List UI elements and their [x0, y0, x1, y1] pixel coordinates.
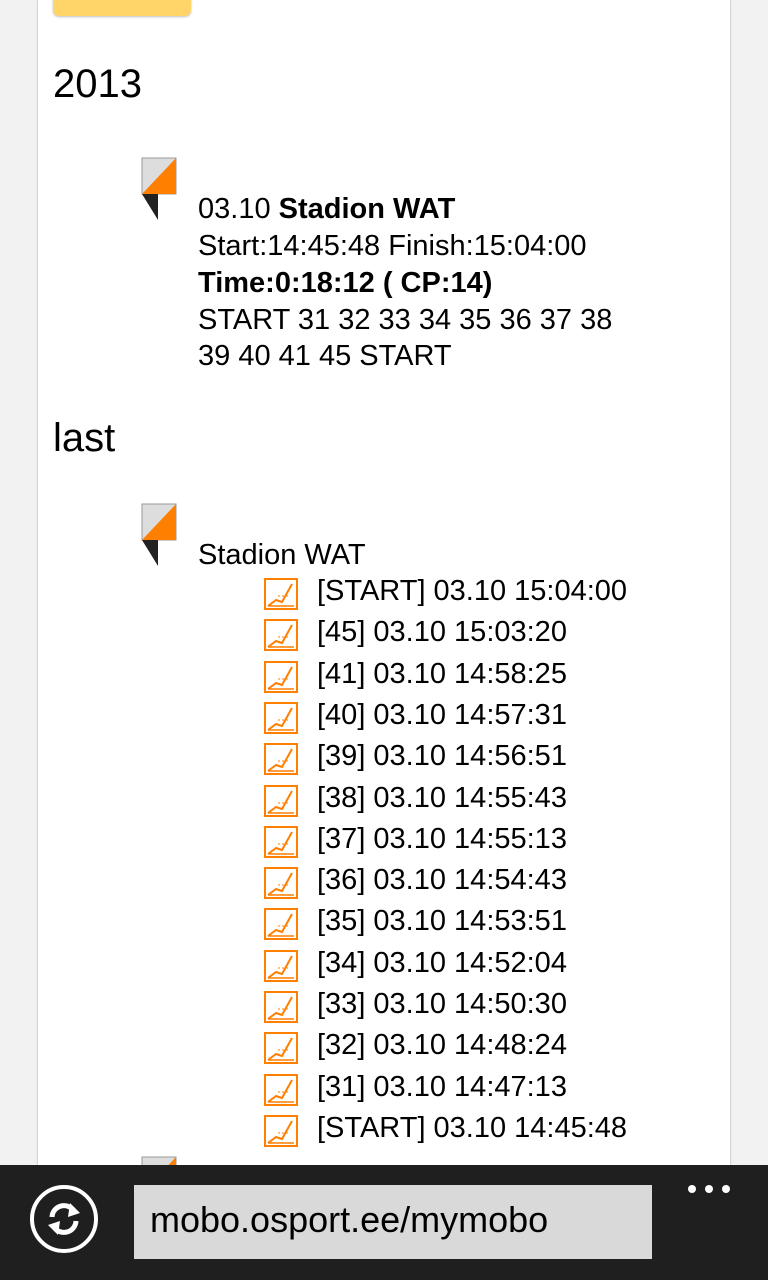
punch-text: [START] 03.10 14:45:48	[317, 1111, 628, 1144]
entry-name: Stadion WAT	[278, 193, 456, 225]
punch-text: [40] 03.10 14:57:31	[317, 698, 567, 731]
punch-text: [39] 03.10 14:56:51	[317, 740, 567, 773]
split-chart-icon	[264, 743, 298, 776]
punch-text: [35] 03.10 14:53:51	[317, 905, 567, 938]
punch-text: [45] 03.10 15:03:20	[317, 616, 567, 649]
punch-text: [36] 03.10 14:54:43	[317, 864, 567, 897]
content-page: 2013 03.10 Stadion WAT Start:14:45:48 Fi…	[38, 0, 730, 1165]
entry-route-line2: 39 40 41 45 START	[198, 340, 452, 372]
split-chart-icon	[264, 825, 298, 858]
punch-text: [33] 03.10 14:50:30	[317, 988, 567, 1020]
split-chart-icon	[264, 867, 298, 900]
split-chart-icon	[264, 991, 298, 1023]
entry-date: 03.10	[198, 193, 271, 225]
address-bar[interactable]: mobo.osport.ee/mymobo	[134, 1185, 652, 1259]
split-chart-icon	[264, 578, 298, 610]
split-chart-icon	[264, 701, 298, 734]
punch-text: [32] 03.10 14:48:24	[317, 1029, 567, 1062]
top-button[interactable]	[53, 0, 191, 16]
split-chart-icon	[264, 908, 298, 941]
more-button[interactable]	[684, 1179, 734, 1199]
punch-text: [41] 03.10 14:58:25	[317, 657, 567, 690]
entry-title-line[interactable]: 03.10 Stadion WAT	[198, 193, 455, 226]
punch-text: [34] 03.10 14:52:04	[317, 946, 567, 979]
last-entry-name[interactable]: Stadion WAT	[198, 539, 366, 572]
punch-text: [38] 03.10 14:55:43	[317, 781, 567, 814]
split-chart-icon	[264, 1114, 298, 1147]
browser-app-bar: mobo.osport.ee/mymobo	[0, 1165, 768, 1280]
entry-time-cp: Time:0:18:12 ( CP:14)	[198, 267, 493, 299]
entry-start-finish: Start:14:45:48 Finish:15:04:00	[198, 230, 587, 262]
refresh-icon	[48, 1203, 80, 1235]
control-flag-icon	[141, 157, 177, 220]
split-chart-icon	[264, 784, 298, 817]
address-text: mobo.osport.ee/mymobo	[150, 1199, 549, 1240]
control-flag-icon	[141, 1156, 177, 1165]
punch-text: [37] 03.10 14:55:13	[317, 822, 567, 855]
split-chart-icon	[264, 949, 298, 982]
split-chart-icon	[264, 1073, 298, 1106]
entry-route-line1: START 31 32 33 34 35 36 37 38	[198, 304, 613, 336]
punch-text: [START] 03.10 15:04:00	[317, 575, 628, 607]
split-chart-icon	[264, 619, 298, 652]
punch-text: [31] 03.10 14:47:13	[317, 1070, 567, 1103]
refresh-button[interactable]	[30, 1185, 98, 1253]
split-chart-icon	[264, 660, 298, 693]
split-chart-icon	[264, 1032, 298, 1065]
year-heading: 2013	[53, 62, 142, 106]
control-flag-icon	[141, 503, 177, 566]
last-heading: last	[53, 416, 116, 460]
